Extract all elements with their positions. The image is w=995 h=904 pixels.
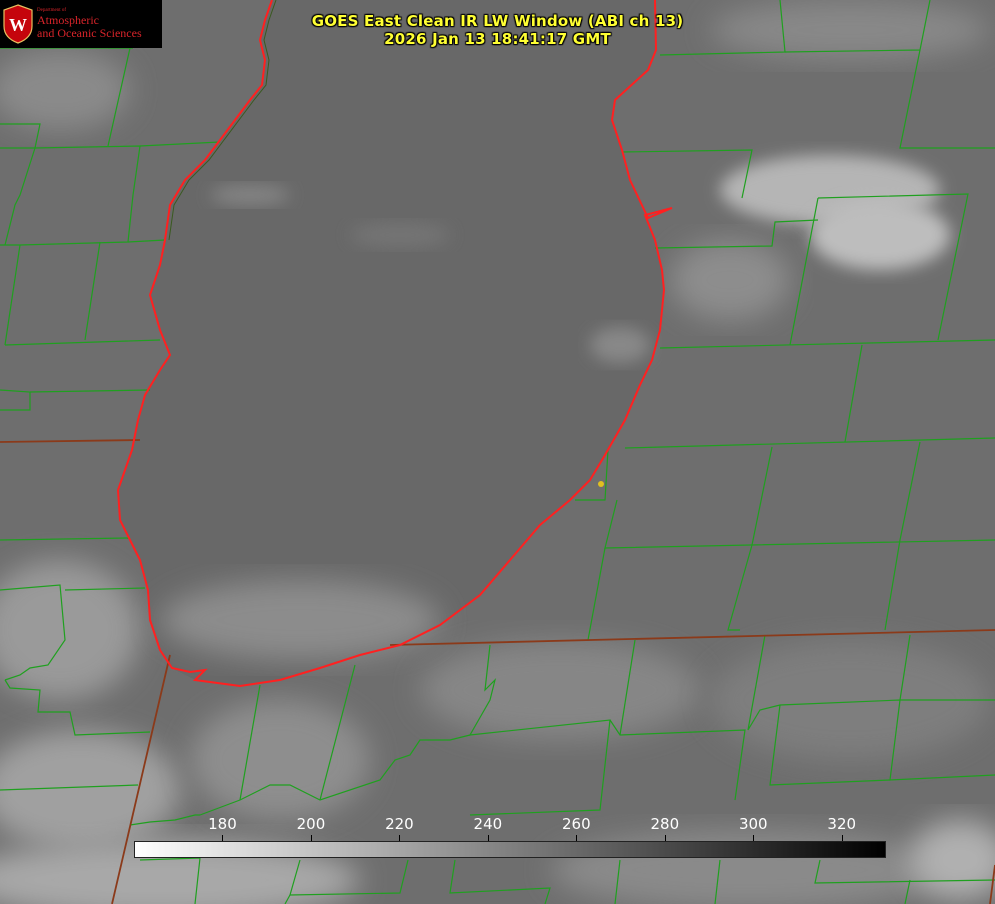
image-title: GOES East Clean IR LW Window (ABI ch 13)	[311, 12, 684, 30]
image-timestamp: 2026 Jan 13 18:41:17 GMT	[384, 30, 611, 48]
satellite-image-viewer: W Department of Atmospheric and Oceanic …	[0, 0, 995, 904]
map-canvas	[0, 0, 995, 904]
location-marker	[598, 481, 604, 487]
